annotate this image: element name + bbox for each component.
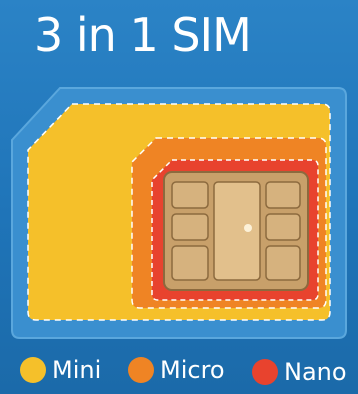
legend: Mini Micro Nano <box>0 352 358 392</box>
legend-label-micro: Micro <box>160 356 225 384</box>
legend-item-micro: Micro <box>128 356 225 384</box>
legend-item-mini: Mini <box>20 356 101 384</box>
yellow-dot-icon <box>20 357 46 383</box>
orange-dot-icon <box>128 357 154 383</box>
legend-label-mini: Mini <box>52 356 102 384</box>
red-dot-icon <box>252 359 278 385</box>
legend-label-nano: Nano <box>284 358 347 386</box>
sim-chip <box>163 171 309 291</box>
legend-item-nano: Nano <box>252 358 347 386</box>
sim-card-illustration <box>11 87 347 339</box>
